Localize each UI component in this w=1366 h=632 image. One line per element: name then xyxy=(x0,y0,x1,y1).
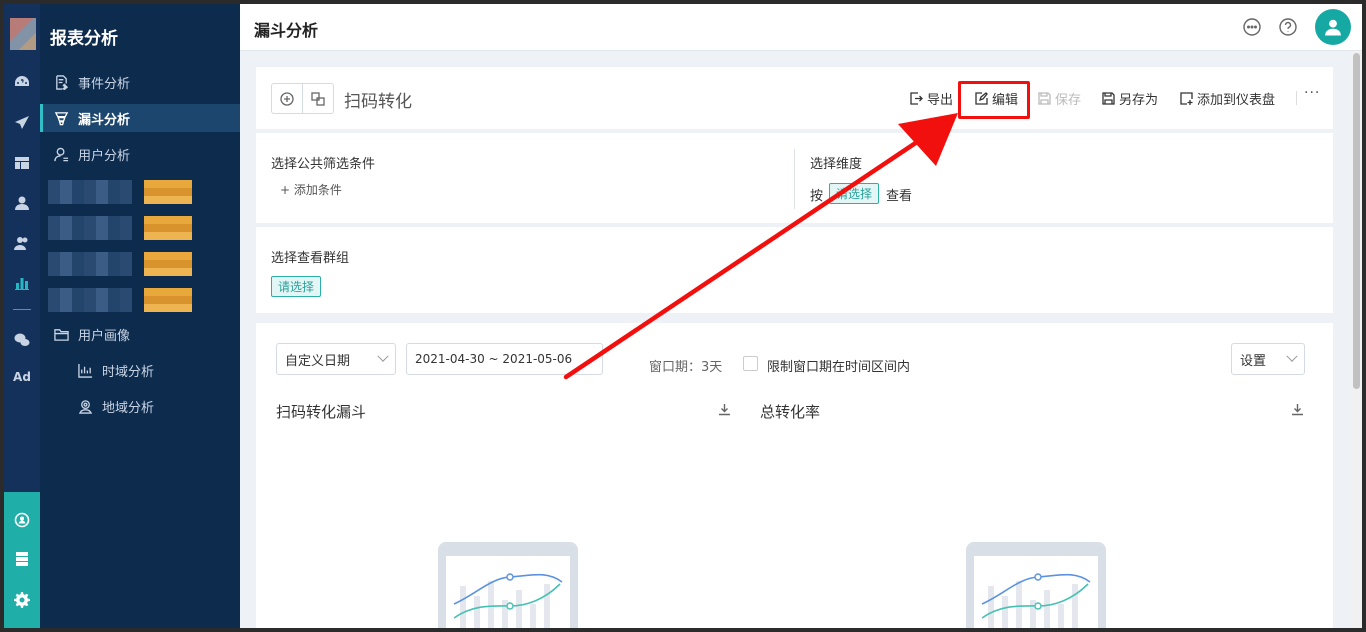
sidebar-item-region-analysis[interactable]: 地域分析 xyxy=(40,392,240,420)
limit-window-label[interactable]: 限制窗口期在时间区间内 xyxy=(767,356,910,375)
funnel-chart-title: 扫码转化漏斗 xyxy=(276,403,367,421)
chart-panel: 自定义日期 2021-04-30 ~ 2021-05-06 窗口期：3天 限制窗… xyxy=(256,323,1333,628)
more-button[interactable]: ··· xyxy=(1304,85,1320,101)
chevron-down-icon xyxy=(1286,350,1298,362)
top-header: 漏斗分析 xyxy=(240,4,1362,51)
switch-icon xyxy=(311,91,325,106)
add-report-button[interactable] xyxy=(272,84,302,113)
location-icon xyxy=(78,399,93,414)
date-mode-select[interactable]: 自定义日期 xyxy=(276,343,396,375)
settings-label: 设置 xyxy=(1240,353,1267,369)
toolbar-divider xyxy=(1296,91,1297,105)
group-label: 选择查看群组 xyxy=(271,251,350,266)
sidebar-item-label: 事件分析 xyxy=(78,76,131,92)
date-mode-value: 自定义日期 xyxy=(285,353,351,369)
sidebar-item-label: 时域分析 xyxy=(102,364,155,380)
date-range-picker[interactable]: 2021-04-30 ~ 2021-05-06 xyxy=(406,343,603,375)
sidebar-item-label: 地域分析 xyxy=(102,400,155,416)
save-as-icon xyxy=(1102,92,1115,105)
empty-chart-illustration xyxy=(966,542,1106,628)
dimension-label: 选择维度 xyxy=(810,157,863,172)
window-period-text: 窗口期：3天 xyxy=(649,360,723,375)
chat-icon[interactable] xyxy=(1242,17,1262,37)
sidebar-menu: 报表分析 事件分析 漏斗分析 用户分析 用户画像 时域分析 地域分析 xyxy=(40,4,240,628)
users-icon[interactable] xyxy=(4,230,40,256)
edit-note-icon xyxy=(56,74,69,90)
report-name: 扫码转化 xyxy=(344,92,412,112)
user-outline-icon xyxy=(54,147,69,161)
avatar[interactable] xyxy=(1315,9,1351,45)
save-label: 保存 xyxy=(1055,93,1082,108)
report-toolbar: 扫码转化 导出 编辑 保存 另存为 添加到仪表盘 ··· xyxy=(256,67,1333,129)
icon-rail: Ad xyxy=(4,4,40,628)
ad-label[interactable]: Ad xyxy=(4,370,40,384)
avatar-icon xyxy=(1325,19,1341,36)
add-to-dashboard-button[interactable]: 添加到仪表盘 xyxy=(1180,89,1275,108)
common-filter-label: 选择公共筛选条件 xyxy=(271,157,376,172)
dimension-suffix: 查看 xyxy=(886,189,913,204)
group-select[interactable]: 请选择 xyxy=(271,276,322,297)
user-icon[interactable] xyxy=(4,190,40,216)
export-button[interactable]: 导出 xyxy=(910,89,953,108)
gear-icon[interactable] xyxy=(4,587,40,613)
bar-chart-icon[interactable] xyxy=(4,269,40,295)
group-panel: 选择查看群组 请选择 xyxy=(256,227,1333,313)
rail-divider xyxy=(13,309,31,310)
dimension-select[interactable]: 请选择 xyxy=(829,183,880,204)
send-icon[interactable] xyxy=(4,110,40,136)
page-scrollbar[interactable] xyxy=(1351,51,1362,628)
empty-chart-illustration xyxy=(438,542,578,628)
switch-report-button[interactable] xyxy=(302,84,333,113)
plus-circle-icon xyxy=(280,91,294,106)
app-logo xyxy=(10,18,36,50)
filter-panel: 选择公共筛选条件 + 添加条件 选择维度 按 请选择 查看 xyxy=(256,133,1333,223)
add-condition-button[interactable]: + 添加条件 xyxy=(280,181,342,198)
scrollbar-thumb[interactable] xyxy=(1353,53,1360,389)
server-icon[interactable] xyxy=(4,546,40,572)
sidebar-item-label: 用户分析 xyxy=(78,148,131,164)
redacted-menu-item[interactable] xyxy=(48,216,192,240)
edit-button-highlight xyxy=(958,81,1030,119)
redacted-menu-item[interactable] xyxy=(48,288,192,312)
redacted-menu-item[interactable] xyxy=(48,252,192,276)
sidebar-item-event-analysis[interactable]: 事件分析 xyxy=(40,68,240,96)
save-as-label: 另存为 xyxy=(1119,93,1159,108)
rail-bottom-panel xyxy=(4,492,40,628)
filter-divider xyxy=(794,149,795,209)
limit-window-checkbox[interactable] xyxy=(743,356,758,371)
export-label: 导出 xyxy=(927,93,954,108)
report-icon-buttons xyxy=(271,83,334,114)
save-as-button[interactable]: 另存为 xyxy=(1102,89,1158,108)
sidebar-item-time-analysis[interactable]: 时域分析 xyxy=(40,356,240,384)
folder-icon xyxy=(54,328,69,341)
sidebar-item-label: 用户画像 xyxy=(78,328,131,344)
download-icon[interactable] xyxy=(1291,403,1304,416)
layout-icon[interactable] xyxy=(4,150,40,176)
page-title: 漏斗分析 xyxy=(254,21,319,40)
wechat-icon[interactable] xyxy=(4,327,40,353)
export-icon xyxy=(910,92,923,105)
date-range-value: 2021-04-30 ~ 2021-05-06 xyxy=(415,352,573,366)
sidebar-item-user-portrait[interactable]: 用户画像 xyxy=(40,320,240,348)
sidebar-item-user-analysis[interactable]: 用户分析 xyxy=(40,140,240,168)
dashboard-icon[interactable] xyxy=(4,69,40,95)
sidebar-item-funnel-analysis[interactable]: 漏斗分析 xyxy=(40,104,240,132)
team-icon[interactable] xyxy=(4,507,40,533)
save-button[interactable]: 保存 xyxy=(1038,89,1081,108)
app-window: Ad 报表分析 事件分析 漏斗分析 用户分析 用户画像 时域分析 地域分析 漏斗… xyxy=(4,4,1362,628)
dimension-prefix: 按 xyxy=(810,189,824,204)
bar-chart-icon xyxy=(78,363,93,378)
total-rate-chart-title: 总转化率 xyxy=(760,403,821,421)
chevron-down-icon xyxy=(377,350,389,362)
download-icon[interactable] xyxy=(718,403,731,416)
settings-dropdown[interactable]: 设置 xyxy=(1231,343,1305,375)
add-dashboard-icon xyxy=(1180,92,1193,105)
add-dashboard-label: 添加到仪表盘 xyxy=(1197,93,1276,108)
save-icon xyxy=(1038,92,1051,105)
sidebar-item-label: 漏斗分析 xyxy=(78,112,131,128)
sidebar-title: 报表分析 xyxy=(50,29,118,49)
redacted-menu-item[interactable] xyxy=(48,180,192,204)
help-icon[interactable] xyxy=(1278,17,1298,37)
funnel-icon xyxy=(54,111,69,125)
